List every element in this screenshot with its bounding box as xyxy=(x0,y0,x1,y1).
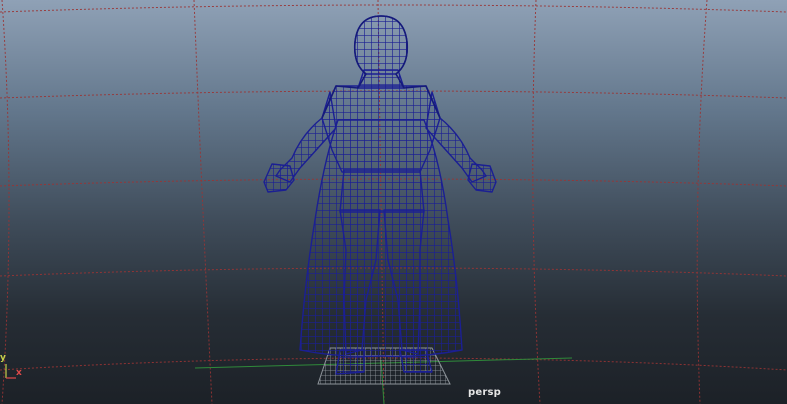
grid-line xyxy=(532,0,541,404)
grid-line xyxy=(1,0,10,404)
torso-mesh xyxy=(321,85,441,173)
grid-line xyxy=(193,0,213,404)
persp-viewport[interactable]: y x persp xyxy=(0,0,787,404)
character-wireframe xyxy=(263,15,497,375)
axis-x-label: x xyxy=(16,368,22,378)
grid-line xyxy=(696,0,708,404)
head-mesh xyxy=(354,15,408,75)
camera-name-label: persp xyxy=(468,387,501,398)
hips-mesh xyxy=(339,169,425,213)
axis-y-label: y xyxy=(0,353,6,363)
right-foot-mesh xyxy=(399,349,433,373)
axis-indicator xyxy=(5,364,16,379)
left-foot-mesh xyxy=(335,349,365,375)
left-hand-mesh xyxy=(263,163,295,193)
right-hand-mesh xyxy=(467,163,497,193)
viewport-scene xyxy=(0,0,787,404)
grid-line xyxy=(0,4,787,13)
